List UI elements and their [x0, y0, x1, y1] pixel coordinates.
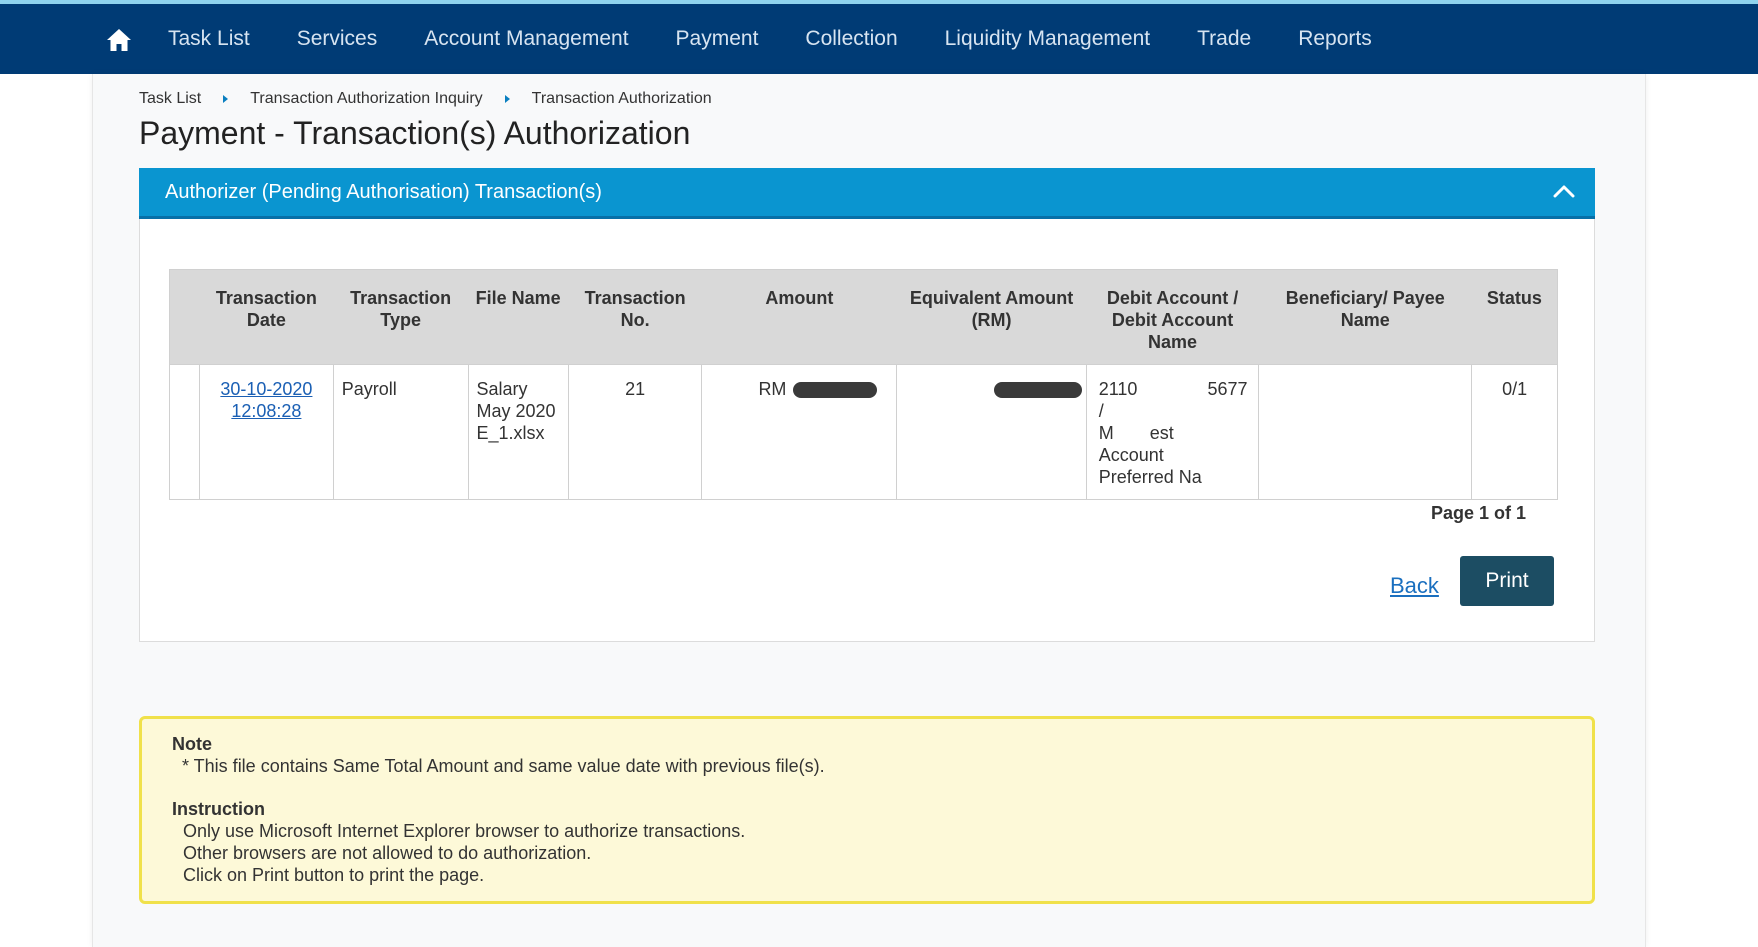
nav-reports[interactable]: Reports — [1298, 27, 1372, 51]
main-navbar: Task List Services Account Management Pa… — [0, 4, 1758, 74]
header-transaction-type[interactable]: Transaction Type — [333, 269, 469, 365]
debit-account-number-b: 5677 — [1207, 379, 1248, 399]
instruction-line-2: Other browsers are not allowed to do aut… — [183, 843, 592, 863]
print-button[interactable]: Print — [1460, 556, 1554, 606]
nav-collection[interactable]: Collection — [805, 27, 897, 51]
nav-payment[interactable]: Payment — [676, 27, 759, 51]
debit-account-name-c: Account — [1098, 445, 1164, 465]
breadcrumb-arrow-icon — [223, 95, 229, 103]
breadcrumb-task-list[interactable]: Task List — [139, 90, 201, 108]
panel-title: Authorizer (Pending Authorisation) Trans… — [165, 180, 602, 203]
pagination-info: Page 1 of 1 — [1431, 503, 1527, 523]
note-box: Note * This file contains Same Total Amo… — [139, 716, 1595, 904]
instruction-line-1: Only use Microsoft Internet Explorer bro… — [183, 821, 746, 841]
transactions-table: Transaction Date Transaction Type File N… — [168, 269, 1558, 500]
breadcrumb-arrow-icon — [504, 95, 510, 103]
nav-task-list[interactable]: Task List — [168, 27, 250, 51]
authorization-panel: Authorizer (Pending Authorisation) Trans… — [139, 168, 1595, 642]
breadcrumb-transaction-authorization-inquiry[interactable]: Transaction Authorization Inquiry — [250, 90, 482, 108]
instruction-line-3: Click on Print button to print the page. — [183, 865, 485, 885]
back-link[interactable]: Back — [1390, 573, 1439, 599]
transaction-type-cell: Payroll — [332, 364, 469, 500]
breadcrumb: Task List Transaction Authorization Inqu… — [139, 90, 712, 108]
header-select — [169, 269, 200, 365]
nav-liquidity-management[interactable]: Liquidity Management — [945, 27, 1150, 51]
debit-account-name-d: Preferred Na — [1098, 467, 1202, 487]
transaction-date: 30-10-2020 — [220, 379, 313, 399]
page-title: Payment - Transaction(s) Authorization — [139, 115, 691, 151]
header-beneficiary[interactable]: Beneficiary/ Payee Name — [1258, 269, 1472, 365]
header-file-name[interactable]: File Name — [468, 269, 569, 365]
file-name-cell: Salary May 2020 E_1.xlsx — [467, 364, 569, 500]
panel-header[interactable]: Authorizer (Pending Authorisation) Trans… — [139, 168, 1595, 219]
transaction-date-link[interactable]: 30-10-2020 12:08:28 — [220, 379, 312, 421]
equivalent-amount-cell — [896, 364, 1087, 500]
note-text: * This file contains Same Total Amount a… — [182, 756, 825, 776]
beneficiary-cell — [1258, 364, 1473, 500]
header-status[interactable]: Status — [1471, 269, 1558, 365]
redacted-amount — [793, 382, 878, 399]
nav-account-management[interactable]: Account Management — [424, 27, 628, 51]
debit-account-name-a: M — [1098, 423, 1114, 443]
transaction-no-cell: 21 — [567, 364, 703, 500]
header-transaction-date[interactable]: Transaction Date — [199, 269, 334, 365]
table-header-row: Transaction Date Transaction Type File N… — [169, 269, 1558, 365]
row-select-cell — [168, 364, 201, 500]
home-icon[interactable] — [106, 28, 132, 52]
table-row: 30-10-2020 12:08:28 Payroll Salary May 2… — [168, 364, 1558, 500]
note-heading: Note — [172, 734, 212, 754]
header-equivalent-amount[interactable]: Equivalent Amount (RM) — [896, 269, 1087, 365]
debit-account-cell: 2110 5677 / Mest Account Preferred Na — [1085, 364, 1260, 500]
instruction-heading: Instruction — [172, 799, 265, 819]
status-cell: 0/1 — [1471, 364, 1558, 500]
debit-account-number-a: 2110 — [1098, 379, 1138, 399]
nav-services[interactable]: Services — [297, 27, 378, 51]
amount-cell: RM — [701, 364, 898, 500]
header-amount[interactable]: Amount — [701, 269, 897, 365]
debit-account-name-b: est — [1149, 423, 1174, 443]
amount-currency: RM — [758, 379, 787, 399]
chevron-up-icon[interactable] — [1553, 184, 1575, 198]
transaction-date-cell: 30-10-2020 12:08:28 — [199, 364, 334, 500]
header-transaction-no[interactable]: Transaction No. — [568, 269, 702, 365]
transaction-time: 12:08:28 — [231, 401, 302, 421]
nav-trade[interactable]: Trade — [1197, 27, 1251, 51]
header-debit-account[interactable]: Debit Account / Debit Account Name — [1086, 269, 1259, 365]
redacted-equivalent-amount — [993, 382, 1082, 399]
debit-separator: / — [1098, 401, 1104, 421]
breadcrumb-transaction-authorization: Transaction Authorization — [531, 90, 712, 107]
